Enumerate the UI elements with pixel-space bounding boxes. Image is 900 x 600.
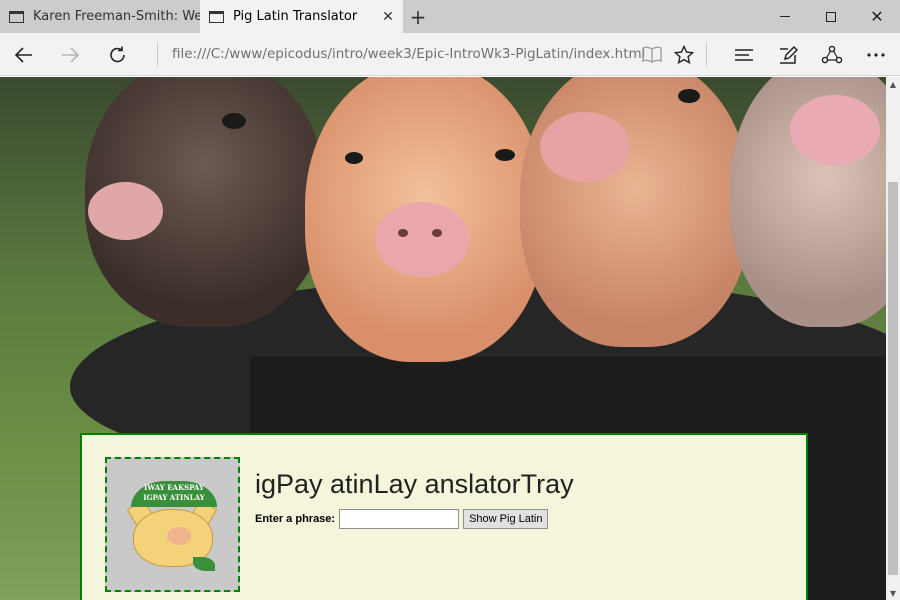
back-arrow-icon xyxy=(14,46,32,63)
snout xyxy=(375,202,470,277)
eye xyxy=(678,89,700,103)
scroll-thumb[interactable] xyxy=(888,182,898,575)
translator-panel: IWAY EAKSPAY IGPAY ATINLAY igPay atinLay… xyxy=(80,433,808,600)
page-content: IWAY EAKSPAY IGPAY ATINLAY igPay atinLay… xyxy=(0,77,886,600)
minimize-button[interactable] xyxy=(762,0,808,33)
logo-banner: IWAY EAKSPAY IGPAY ATINLAY xyxy=(131,481,217,507)
web-note-icon xyxy=(780,45,798,64)
forward-arrow-icon xyxy=(62,46,80,63)
phrase-form: Enter a phrase: Show Pig Latin xyxy=(255,509,549,529)
refresh-button[interactable] xyxy=(96,33,140,76)
page-icon xyxy=(209,10,224,23)
tab-title: Pig Latin Translator xyxy=(233,9,358,24)
tab-strip: Karen Freeman-Smith: Web Pig Latin Trans… xyxy=(0,0,900,33)
divider xyxy=(706,42,707,67)
close-icon: ✕ xyxy=(870,6,884,26)
reading-view-icon xyxy=(642,46,662,63)
maximize-button[interactable] xyxy=(808,0,854,33)
more-button[interactable] xyxy=(856,33,896,76)
share-icon xyxy=(821,45,843,63)
hub-icon xyxy=(735,48,753,61)
forward-button[interactable] xyxy=(48,33,92,76)
web-note-button[interactable] xyxy=(768,33,808,76)
more-icon xyxy=(867,52,885,57)
vertical-scrollbar[interactable]: ▲ ▼ xyxy=(886,77,900,600)
page-title: igPay atinLay anslatorTray xyxy=(255,469,574,499)
logo-banner-line1: IWAY EAKSPAY xyxy=(144,483,204,492)
piglet-pink xyxy=(520,77,750,347)
navigation-bar: file:///C:/www/epicodus/intro/week3/Epic… xyxy=(0,33,900,76)
address-field[interactable]: file:///C:/www/epicodus/intro/week3/Epic… xyxy=(172,46,645,62)
back-button[interactable] xyxy=(2,33,46,76)
snout xyxy=(790,95,880,165)
star-icon xyxy=(674,44,694,64)
close-window-button[interactable]: ✕ xyxy=(854,0,900,33)
phrase-input[interactable] xyxy=(339,509,460,529)
eye xyxy=(222,113,246,129)
refresh-icon xyxy=(110,46,125,62)
show-pig-latin-button[interactable]: Show Pig Latin xyxy=(463,509,549,529)
leaf-icon xyxy=(193,557,215,571)
tab-pig-latin-translator[interactable]: Pig Latin Translator ✕ xyxy=(200,0,403,33)
logo-banner-line2: IGPAY ATINLAY xyxy=(143,493,205,502)
hub-button[interactable] xyxy=(724,33,764,76)
divider xyxy=(157,42,158,67)
nostril xyxy=(432,229,442,237)
snout xyxy=(88,182,163,240)
eye xyxy=(495,149,515,161)
tab-title: Karen Freeman-Smith: Web xyxy=(33,9,200,24)
logo-snout xyxy=(167,527,191,545)
scroll-up-icon[interactable]: ▲ xyxy=(886,77,900,91)
favorite-button[interactable] xyxy=(664,33,704,76)
tab-karen-freeman-smith[interactable]: Karen Freeman-Smith: Web xyxy=(0,0,200,33)
nostril xyxy=(398,229,408,237)
pig-latin-logo: IWAY EAKSPAY IGPAY ATINLAY xyxy=(105,457,240,592)
maximize-icon xyxy=(826,11,836,22)
phrase-label: Enter a phrase: xyxy=(255,513,336,525)
new-tab-button[interactable]: + xyxy=(403,0,433,33)
scroll-down-icon[interactable]: ▼ xyxy=(886,586,900,600)
share-button[interactable] xyxy=(812,33,852,76)
page-icon xyxy=(9,10,24,23)
minimize-icon xyxy=(780,16,790,17)
snout xyxy=(540,112,630,182)
eye xyxy=(345,152,363,164)
close-tab-icon[interactable]: ✕ xyxy=(373,9,403,25)
